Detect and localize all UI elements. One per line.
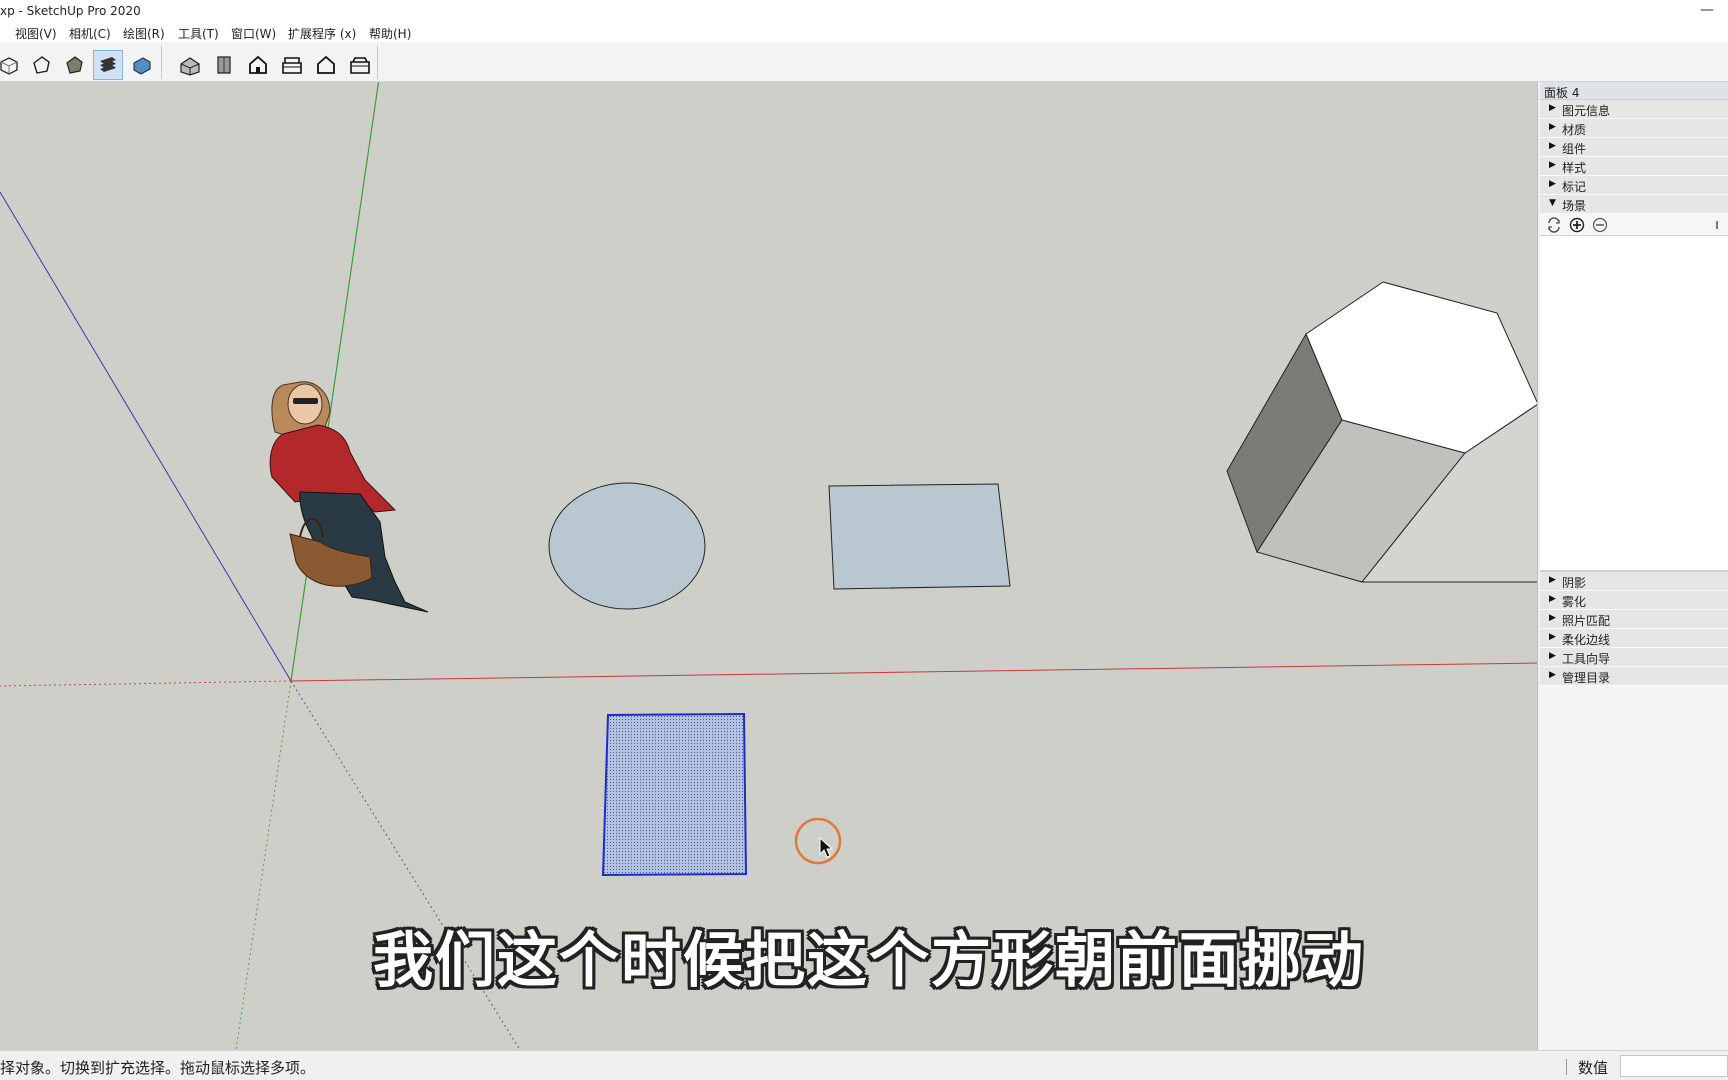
expand-arrow-icon: ▶ bbox=[1549, 179, 1556, 189]
menu-tools[interactable]: 工具(T) bbox=[178, 25, 219, 42]
tray-title: 面板 4 bbox=[1540, 82, 1728, 100]
views-toolbar bbox=[166, 45, 378, 79]
model-viewport[interactable]: 我们这个时候把这个方形朝前面挪动 bbox=[0, 82, 1538, 1050]
scenes-toolbar bbox=[1540, 214, 1728, 236]
panel-soften-edges[interactable]: ▶ 柔化边线 bbox=[1540, 629, 1728, 648]
scene-details-icon[interactable] bbox=[1712, 217, 1728, 233]
iso-view-icon[interactable] bbox=[175, 50, 205, 80]
expand-arrow-icon: ▶ bbox=[1549, 103, 1556, 113]
scene-canvas[interactable] bbox=[0, 82, 1538, 1050]
status-divider bbox=[1566, 1059, 1567, 1075]
expand-arrow-icon: ▶ bbox=[1549, 613, 1556, 623]
xray-style-icon[interactable] bbox=[0, 50, 24, 80]
monochrome-style-icon[interactable] bbox=[127, 50, 157, 80]
tray-lower-panels: ▶ 阴影 ▶ 雾化 ▶ 照片匹配 ▶ 柔化边线 ▶ 工具向导 ▶ 管理目录 bbox=[1540, 572, 1728, 686]
selected-square[interactable] bbox=[601, 712, 748, 877]
front-view-icon[interactable] bbox=[243, 50, 273, 80]
status-bar: 择对象。切换到扩充选择。拖动鼠标选择多项。 数值 bbox=[0, 1050, 1728, 1080]
red-axis-dashed bbox=[0, 680, 292, 687]
expand-arrow-icon: ▶ bbox=[1549, 651, 1556, 661]
expand-arrow-icon: ▶ bbox=[1549, 670, 1556, 680]
status-hint: 择对象。切换到扩充选择。拖动鼠标选择多项。 bbox=[0, 1059, 316, 1077]
menu-draw[interactable]: 绘图(R) bbox=[123, 25, 165, 42]
wireframe-style-icon[interactable] bbox=[26, 50, 56, 80]
measurements-input[interactable] bbox=[1620, 1055, 1728, 1077]
left-view-icon[interactable] bbox=[345, 50, 375, 80]
shaded-style-icon[interactable] bbox=[59, 50, 89, 80]
default-tray: 面板 4 ▶ 图元信息 ▶ 材质 ▶ 组件 ▶ 样式 ▶ 标记 ▼ 场景 ▶ 阴影 ▶ 雾化 ▶… bbox=[1540, 82, 1728, 1050]
back-view-icon[interactable] bbox=[311, 50, 341, 80]
top-view-icon[interactable] bbox=[209, 50, 239, 80]
menu-window[interactable]: 窗口(W) bbox=[231, 25, 276, 42]
sketchup-window: xp - SketchUp Pro 2020 — 视图(V) 相机(C) 绘图(… bbox=[0, 0, 1728, 1080]
panel-entity-info[interactable]: ▶ 图元信息 bbox=[1540, 100, 1728, 119]
panel-styles[interactable]: ▶ 样式 bbox=[1540, 157, 1728, 176]
expand-arrow-icon: ▶ bbox=[1549, 632, 1556, 642]
collapse-arrow-icon: ▼ bbox=[1549, 198, 1556, 208]
video-subtitle: 我们这个时候把这个方形朝前面挪动 bbox=[373, 926, 1365, 996]
menu-bar: 视图(V) 相机(C) 绘图(R) 工具(T) 窗口(W) 扩展程序 (x) 帮… bbox=[0, 22, 1728, 42]
remove-scene-icon[interactable] bbox=[1592, 217, 1608, 233]
panel-instructor[interactable]: ▶ 工具向导 bbox=[1540, 648, 1728, 667]
styles-toolbar bbox=[0, 45, 162, 80]
title-bar: xp - SketchUp Pro 2020 — bbox=[0, 0, 1728, 22]
panel-materials[interactable]: ▶ 材质 bbox=[1540, 119, 1728, 138]
expand-arrow-icon: ▶ bbox=[1549, 160, 1556, 170]
panel-components[interactable]: ▶ 组件 bbox=[1540, 138, 1728, 157]
window-title: xp - SketchUp Pro 2020 bbox=[0, 4, 141, 18]
measurements-label: 数值 bbox=[1578, 1059, 1609, 1077]
panel-outliner[interactable]: ▶ 管理目录 bbox=[1540, 667, 1728, 686]
circle-face[interactable] bbox=[548, 482, 706, 610]
right-view-icon[interactable] bbox=[277, 50, 307, 80]
scale-figure[interactable] bbox=[269, 381, 429, 613]
hexagonal-prism[interactable] bbox=[1226, 281, 1538, 583]
panel-shadows[interactable]: ▶ 阴影 bbox=[1540, 572, 1728, 591]
rectangle-face[interactable] bbox=[828, 483, 1011, 590]
shaded-textures-style-icon[interactable] bbox=[93, 50, 123, 80]
expand-arrow-icon: ▶ bbox=[1549, 122, 1556, 132]
refresh-icon[interactable] bbox=[1546, 217, 1562, 233]
minimize-button[interactable]: — bbox=[1700, 2, 1714, 18]
add-scene-icon[interactable] bbox=[1569, 217, 1585, 233]
panel-match-photo[interactable]: ▶ 照片匹配 bbox=[1540, 610, 1728, 629]
menu-view[interactable]: 视图(V) bbox=[15, 25, 57, 42]
expand-arrow-icon: ▶ bbox=[1549, 575, 1556, 585]
red-axis bbox=[290, 662, 1537, 682]
scenes-list[interactable] bbox=[1540, 236, 1728, 572]
blue-axis bbox=[0, 191, 292, 682]
menu-extensions[interactable]: 扩展程序 (x) bbox=[288, 25, 356, 42]
panel-scenes[interactable]: ▼ 场景 bbox=[1540, 195, 1728, 214]
toolbar bbox=[0, 42, 1728, 82]
menu-camera[interactable]: 相机(C) bbox=[69, 25, 111, 42]
expand-arrow-icon: ▶ bbox=[1549, 594, 1556, 604]
menu-help[interactable]: 帮助(H) bbox=[369, 25, 411, 42]
cursor-indicator bbox=[794, 817, 842, 865]
expand-arrow-icon: ▶ bbox=[1549, 141, 1556, 151]
panel-tags[interactable]: ▶ 标记 bbox=[1540, 176, 1728, 195]
panel-fog[interactable]: ▶ 雾化 bbox=[1540, 591, 1728, 610]
